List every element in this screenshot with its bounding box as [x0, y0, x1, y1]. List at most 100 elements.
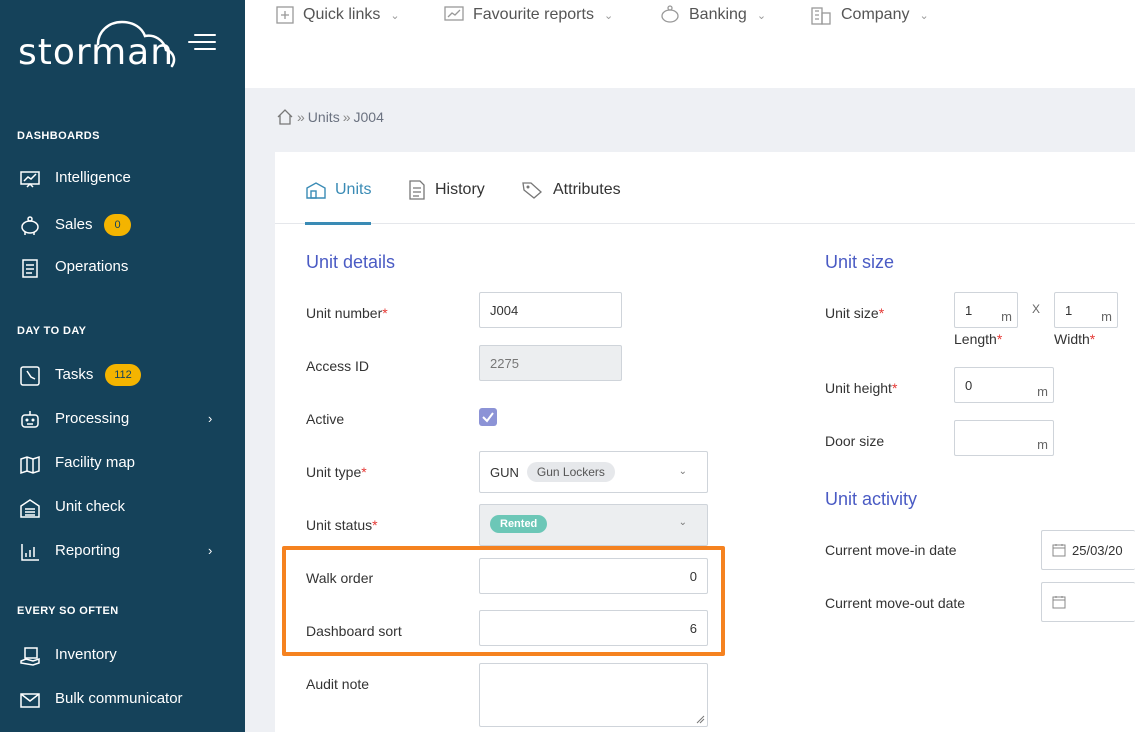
resize-handle-icon[interactable]	[695, 714, 705, 724]
breadcrumb-units[interactable]: Units	[308, 109, 340, 125]
banking-menu[interactable]: Banking ⌄	[659, 3, 766, 27]
section-day-to-day: DAY TO DAY	[17, 325, 87, 337]
favourite-reports-menu[interactable]: Favourite reports ⌄	[443, 3, 613, 27]
clock-icon	[20, 366, 40, 386]
tab-history-label: History	[435, 181, 485, 198]
width-label: Width*	[1054, 331, 1096, 347]
chevron-down-icon: ⌄	[756, 9, 767, 22]
unit-activity-title: Unit activity	[825, 489, 918, 509]
unit-type-label: Unit type*	[306, 464, 367, 480]
unit-type-tag: Gun Lockers	[526, 462, 615, 482]
sidebar-item-label: Inventory	[55, 646, 117, 663]
width-value: 1	[1065, 302, 1073, 318]
unit-size-label: Unit size*	[825, 305, 885, 321]
calendar-icon	[1052, 596, 1066, 609]
walk-order-label: Walk order	[306, 570, 374, 586]
tags-icon	[522, 182, 542, 199]
plus-square-icon	[276, 6, 294, 24]
unit-details-title: Unit details	[306, 252, 396, 272]
robot-icon	[21, 411, 39, 428]
dashboard-sort-input[interactable]: 6	[479, 610, 708, 646]
move-out-date-input[interactable]	[1041, 582, 1135, 622]
active-tab-indicator	[305, 222, 371, 225]
check-icon	[482, 412, 494, 423]
company-menu[interactable]: Company ⌄	[809, 3, 929, 27]
status-badge: Rented	[490, 515, 548, 533]
quick-links-label: Quick links	[303, 6, 381, 23]
move-out-label: Current move-out date	[825, 595, 966, 611]
chevron-down-icon: ⌄	[390, 9, 400, 22]
door-size-input[interactable]: m	[954, 420, 1054, 456]
sidebar-item-label: Tasks	[55, 366, 94, 383]
sidebar-item-label: Bulk communicator	[55, 690, 183, 707]
sales-badge: 0	[104, 214, 131, 236]
sidebar-item-label: Facility map	[55, 454, 136, 471]
sidebar-item-unit-check[interactable]: Unit check	[0, 490, 245, 524]
box-hand-icon	[20, 647, 40, 666]
unit-type-select[interactable]: GUN Gun Lockers ⌄	[479, 451, 708, 493]
company-label: Company	[841, 6, 910, 23]
unit-height-input[interactable]: 0 m	[954, 367, 1054, 403]
chevron-right-icon: ›	[208, 411, 213, 426]
section-dashboards: DASHBOARDS	[17, 130, 100, 142]
chart-board-icon	[20, 171, 40, 188]
move-in-date-input[interactable]: 25/03/20	[1041, 530, 1135, 570]
unit-suffix: m	[1037, 437, 1048, 452]
menu-toggle-icon[interactable]	[188, 34, 216, 52]
sidebar: storman DASHBOARDS Intelligence Sales 0 …	[0, 0, 245, 732]
chevron-down-icon: ⌄	[919, 9, 929, 22]
length-value: 1	[965, 302, 973, 318]
walk-order-input[interactable]: 0	[479, 558, 708, 594]
move-in-label: Current move-in date	[825, 542, 957, 558]
breadcrumb: » Units » J004	[276, 108, 384, 126]
envelope-icon	[20, 693, 40, 708]
tab-units-label: Units	[335, 181, 372, 198]
bar-chart-icon	[21, 544, 39, 561]
audit-note-textarea[interactable]	[479, 663, 708, 727]
tab-attributes-label: Attributes	[553, 181, 621, 198]
calendar-icon	[1052, 544, 1066, 557]
height-value: 0	[965, 377, 973, 393]
access-id-label: Access ID	[306, 358, 370, 374]
sidebar-item-reporting[interactable]: Reporting ›	[0, 534, 245, 568]
breadcrumb-separator: »	[342, 109, 351, 125]
quick-links-menu[interactable]: Quick links ⌄	[275, 3, 400, 27]
unit-number-input[interactable]: J004	[479, 292, 622, 328]
length-input[interactable]: 1 m	[954, 292, 1018, 328]
unit-number-label: Unit number*	[306, 305, 388, 321]
sidebar-item-processing[interactable]: Processing ›	[0, 402, 245, 436]
storman-logo[interactable]: storman	[18, 14, 178, 73]
access-id-input: 2275	[479, 345, 622, 381]
dashboard-sort-label: Dashboard sort	[306, 623, 402, 639]
sidebar-item-bulk-communicator[interactable]: Bulk communicator	[0, 682, 245, 716]
sidebar-item-label: Unit check	[55, 498, 126, 515]
section-every-so-often: EVERY SO OFTEN	[17, 605, 119, 617]
unit-type-code: GUN	[490, 464, 519, 480]
active-checkbox[interactable]	[479, 408, 497, 426]
unit-status-select: Rented ⌄	[479, 504, 708, 546]
width-input[interactable]: 1 m	[1054, 292, 1118, 328]
sidebar-item-operations[interactable]: Operations	[0, 250, 245, 284]
home-icon[interactable]	[276, 108, 294, 126]
tab-history[interactable]: History	[407, 178, 485, 202]
document-list-icon	[409, 180, 425, 200]
dimension-times: X	[1032, 302, 1041, 316]
unit-suffix: m	[1101, 309, 1112, 324]
sidebar-item-inventory[interactable]: Inventory	[0, 638, 245, 672]
sidebar-item-label: Intelligence	[55, 169, 131, 186]
banking-label: Banking	[689, 6, 747, 23]
active-label: Active	[306, 411, 345, 427]
tasks-badge: 112	[105, 364, 141, 386]
top-bar: Quick links ⌄ Favourite reports ⌄ Bankin…	[245, 0, 1135, 88]
audit-note-label: Audit note	[306, 676, 370, 692]
sidebar-item-sales[interactable]: Sales 0	[0, 208, 245, 242]
piggy-bank-icon	[661, 5, 679, 23]
tab-attributes[interactable]: Attributes	[521, 178, 621, 202]
sidebar-item-intelligence[interactable]: Intelligence	[0, 161, 245, 195]
clipboard-icon	[22, 259, 38, 278]
tab-units[interactable]: Units	[305, 178, 371, 202]
sidebar-item-facility-map[interactable]: Facility map	[0, 446, 245, 480]
garage-icon	[306, 182, 326, 199]
building-icon	[811, 7, 831, 25]
sidebar-item-tasks[interactable]: Tasks 112	[0, 358, 245, 392]
